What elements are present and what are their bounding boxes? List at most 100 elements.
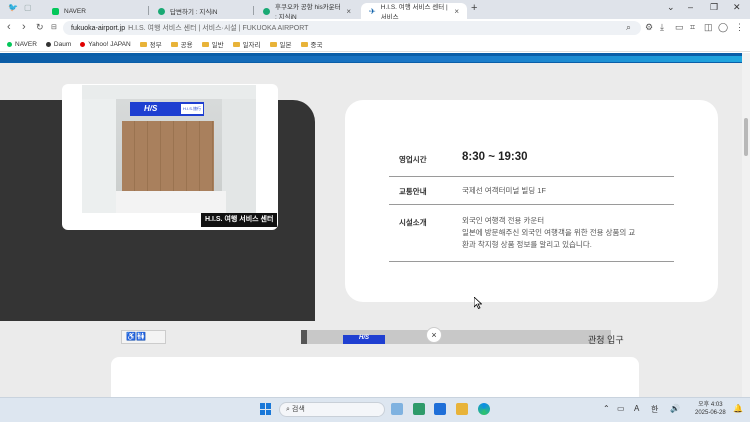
bookmark-label: Daum	[53, 40, 72, 48]
scrollbar-thumb[interactable]	[744, 118, 748, 156]
start-button[interactable]	[260, 403, 272, 415]
yahoo-icon	[80, 41, 86, 47]
close-window-button[interactable]: ✕	[733, 2, 741, 13]
download-icon[interactable]: ⤓	[660, 22, 664, 33]
entrance-label: 관청 입구	[588, 335, 624, 345]
clock-date: 2025-06-28	[695, 410, 726, 416]
store-icon[interactable]	[434, 403, 446, 415]
close-icon[interactable]: ×	[426, 327, 442, 343]
screenshot-icon[interactable]: ⌗	[690, 22, 695, 33]
bookmarks-bar: NAVER Daum Yahoo! JAPAN 정부 공용 일반 일자리 일본 …	[0, 37, 750, 52]
profile-icon[interactable]: ◯	[718, 22, 728, 33]
bookmark-folder-general[interactable]: 일반	[201, 39, 224, 49]
maximize-button[interactable]: ❐	[710, 2, 718, 13]
tab-his-center[interactable]: ✈ H.I.S. 여행 서비스 센터 | 서비스 ×	[361, 3, 467, 21]
site-header-stripe	[0, 53, 742, 63]
show-hidden-icons[interactable]: ⌃	[603, 404, 610, 413]
url-page-title: H.I.S. 여행 서비스 센터 | 서비스·시설 | FUKUOKA AIRP…	[128, 25, 309, 32]
tab-naver[interactable]: NAVER	[44, 3, 144, 19]
naver-favicon-icon	[52, 7, 59, 15]
taskbar-search[interactable]: ⌕ 검색	[279, 402, 385, 417]
bookmark-label: 중국	[310, 42, 323, 49]
url-host: fukuoka-airport.jp	[71, 24, 126, 32]
new-tab-button[interactable]: +	[471, 2, 477, 14]
access-value: 국제선 여객터미널 빌딩 1F	[462, 186, 547, 195]
hours-value: 8:30 ~ 19:30	[462, 151, 528, 163]
daum-icon	[45, 41, 51, 47]
edge-browser-icon[interactable]	[478, 403, 490, 415]
tab-search-icon[interactable]: ▢	[24, 3, 32, 12]
extensions-icon[interactable]: ⚙	[645, 22, 653, 33]
input-mode-indicator[interactable]: A	[634, 404, 639, 413]
folder-icon	[139, 41, 147, 47]
intro-line-1: 외국인 여행객 전용 카운터	[462, 216, 545, 225]
airplane-favicon-icon: ✈	[369, 6, 376, 16]
keyboard-icon[interactable]: ▭	[617, 404, 625, 413]
cast-icon[interactable]: ▭	[675, 22, 684, 33]
tab-label: H.I.S. 여행 서비스 센터 | 서비스	[380, 4, 448, 21]
info-row-intro: 시설소개 외국인 여행객 전용 카운터 일본에 방문해주신 외국인 여행객을 위…	[389, 205, 674, 262]
translate-icon[interactable]: ⌕	[626, 22, 631, 33]
bookmark-folder-gov[interactable]: 정부	[139, 39, 162, 49]
info-row-hours: 영업시간 8:30 ~ 19:30	[389, 142, 674, 177]
minimize-button[interactable]: –	[688, 2, 693, 12]
facility-photo: H/S H.I.S.旅行	[82, 85, 256, 213]
bookmark-yahoo[interactable]: Yahoo! JAPAN	[80, 40, 131, 48]
sidebar-icon[interactable]: ◫	[704, 22, 713, 33]
intro-line-2: 일본에 방문해주신 외국인 여행객을 위한 전용 상품의 교	[462, 228, 636, 237]
folder-icon	[269, 41, 277, 47]
widgets-icon[interactable]	[391, 403, 403, 415]
photo-caption: H.I.S. 여행 서비스 센터	[201, 213, 278, 227]
his-sign-small: H/S	[343, 335, 385, 344]
access-label: 교통안내	[399, 187, 427, 196]
tab-actions-icon[interactable]: 🐦	[8, 3, 18, 12]
windows-taskbar: ⌕ 검색 ⌃ ▭ A 한 🔊 오후 4:03 2025-06-28 🔔	[0, 397, 750, 422]
bookmark-naver[interactable]: NAVER	[7, 41, 37, 48]
map-card	[111, 357, 639, 397]
tab-kin-answer[interactable]: 답변하기 : 지식iN	[150, 3, 250, 19]
intro-label: 시설소개	[399, 218, 427, 227]
tab-list-icon[interactable]: ⌄	[667, 2, 675, 13]
bookmark-folder-china[interactable]: 중국	[300, 39, 323, 49]
bookmark-folder-common[interactable]: 공용	[170, 39, 193, 49]
his-logo: H/S	[144, 104, 158, 113]
close-tab-icon[interactable]: ×	[454, 7, 459, 16]
kin-favicon-icon	[263, 7, 270, 15]
file-explorer-icon[interactable]	[456, 403, 468, 415]
hours-label: 영업시간	[399, 155, 427, 164]
his-sign-sub: H.I.S.旅行	[181, 104, 203, 114]
bookmark-label: Yahoo! JAPAN	[88, 40, 131, 48]
site-info-icon[interactable]: ⊟	[51, 23, 57, 31]
tab-label: 후쿠오카 공항 his카운터 : 지식iN	[275, 4, 341, 21]
folder-icon	[201, 41, 209, 47]
bookmark-folder-jobs[interactable]: 일자리	[232, 39, 261, 49]
menu-icon[interactable]: ⋮	[735, 22, 744, 33]
folder-icon	[170, 41, 178, 47]
folder-icon	[232, 41, 240, 47]
accessibility-icons: ♿🚻	[121, 330, 166, 344]
notification-icon[interactable]: 🔔	[733, 404, 743, 413]
address-bar[interactable]: fukuoka-airport.jp H.I.S. 여행 서비스 센터 | 서비…	[63, 21, 641, 35]
browser-tab-strip: 🐦 ▢ NAVER 답변하기 : 지식iN 후쿠오카 공항 his카운터 : 지…	[0, 0, 750, 21]
forward-button[interactable]: ›	[22, 21, 26, 33]
bookmark-label: 일반	[211, 42, 224, 49]
close-tab-icon[interactable]: ×	[346, 7, 351, 16]
bookmark-label: 일자리	[242, 42, 261, 49]
bookmark-label: 공용	[180, 42, 193, 49]
clock-time: 오후 4:03	[698, 402, 723, 408]
back-button[interactable]: ‹	[7, 21, 11, 33]
system-clock[interactable]: 오후 4:03 2025-06-28	[695, 401, 726, 417]
bookmark-folder-japan[interactable]: 일본	[269, 39, 292, 49]
app-icon[interactable]	[413, 403, 425, 415]
page-scrollbar[interactable]	[742, 53, 750, 397]
folder-icon	[300, 41, 308, 47]
bookmark-label: 일본	[279, 42, 292, 49]
bookmark-daum[interactable]: Daum	[45, 40, 72, 48]
network-volume-icon[interactable]: 🔊	[670, 404, 680, 413]
reload-button[interactable]: ↻	[36, 22, 44, 33]
browser-toolbar: ‹ › ↻ ⊟ fukuoka-airport.jp H.I.S. 여행 서비스…	[0, 19, 750, 37]
ime-indicator[interactable]: 한	[651, 404, 658, 415]
kin-favicon-icon	[158, 7, 165, 15]
tab-kin-question[interactable]: 후쿠오카 공항 his카운터 : 지식iN ×	[255, 3, 359, 21]
tab-label: 답변하기 : 지식iN	[170, 9, 218, 16]
